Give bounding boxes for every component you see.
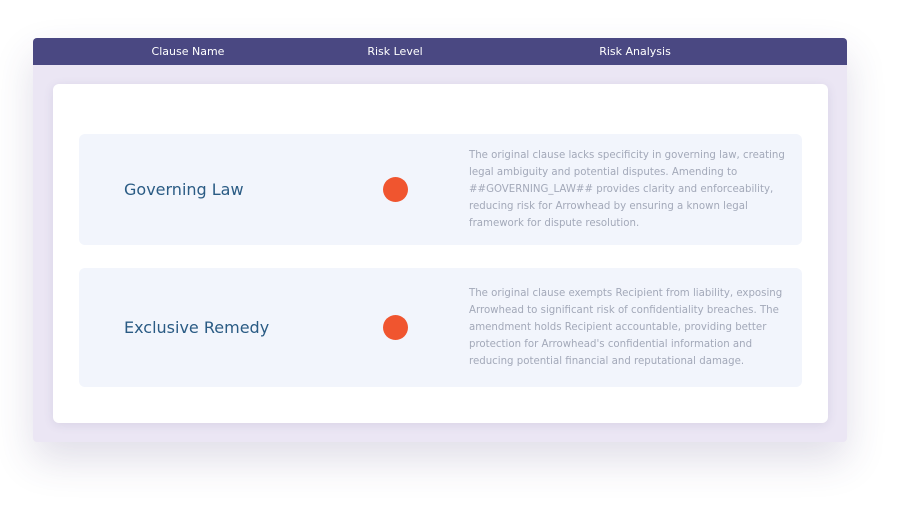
table-body-card: Governing Law The original clause lacks … [53, 84, 828, 423]
risk-analysis-content: The original clause lacks specificity in… [469, 150, 785, 229]
column-header-clause-name[interactable]: Clause Name [118, 38, 258, 65]
risk-level-indicator [383, 177, 408, 202]
risk-analysis-text: The original clause lacks specificity in… [469, 134, 799, 245]
risk-analysis-content: The original clause exempts Recipient fr… [469, 288, 783, 367]
risk-level-indicator [383, 315, 408, 340]
clause-name: Governing Law [124, 180, 244, 199]
table-row[interactable]: Governing Law The original clause lacks … [79, 134, 802, 245]
table-row[interactable]: Exclusive Remedy The original clause exe… [79, 268, 802, 387]
clause-risk-table: Clause Name Risk Level Risk Analysis Gov… [33, 38, 847, 442]
table-header: Clause Name Risk Level Risk Analysis [33, 38, 847, 65]
column-header-risk-level[interactable]: Risk Level [333, 38, 457, 65]
clause-name: Exclusive Remedy [124, 318, 270, 337]
column-header-risk-analysis[interactable]: Risk Analysis [565, 38, 705, 65]
risk-analysis-text: The original clause exempts Recipient fr… [469, 268, 799, 387]
